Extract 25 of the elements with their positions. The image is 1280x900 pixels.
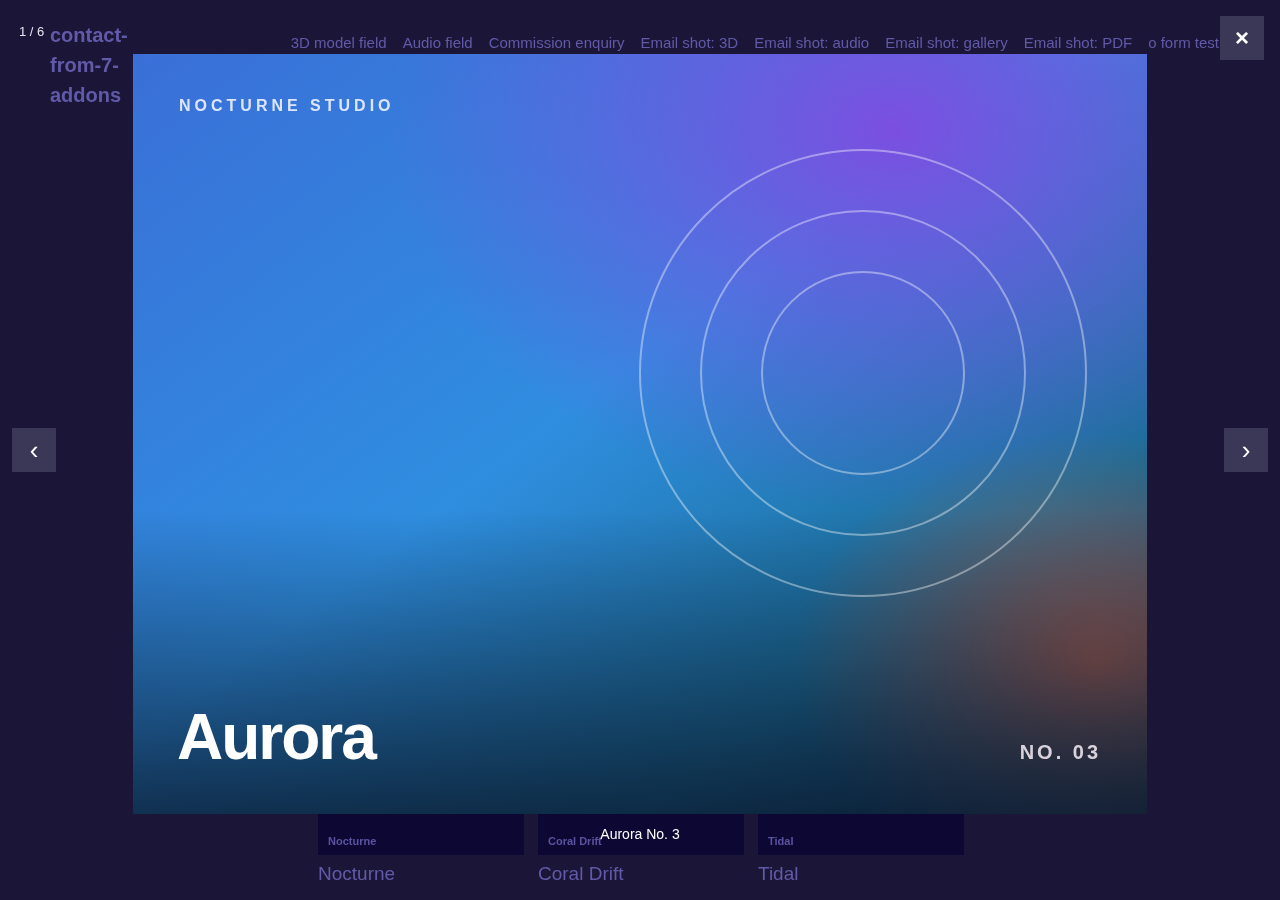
nav-link[interactable]: Audio field xyxy=(402,33,473,53)
thumbnail-title: Nocturne xyxy=(328,835,377,847)
nav-link[interactable]: Email shot: gallery xyxy=(885,33,1008,53)
thumbnail[interactable]: Tidal xyxy=(758,814,964,855)
artwork-title: Aurora xyxy=(177,702,375,773)
nav-link[interactable]: Email shot: 3D xyxy=(640,33,739,53)
close-button[interactable]: × xyxy=(1220,16,1264,60)
previous-button[interactable]: ‹ xyxy=(12,428,56,472)
gallery-item-label[interactable]: Tidal xyxy=(758,863,964,885)
image-counter: 1 / 6 xyxy=(19,24,45,39)
thumbnail[interactable]: Nocturne xyxy=(318,814,524,855)
image-caption: Aurora No. 3 xyxy=(600,826,680,842)
nav-link[interactable]: Email shot: PDF xyxy=(1023,33,1133,53)
nav-link[interactable]: o form test xyxy=(1148,33,1219,53)
nav-link[interactable]: Email shot: audio xyxy=(754,33,870,53)
artwork-number: NO. 03 xyxy=(1019,741,1101,764)
next-button[interactable]: › xyxy=(1224,428,1268,472)
thumbnail-title: Coral Drift xyxy=(548,835,602,847)
thumbnail-title: Tidal xyxy=(768,835,794,847)
brand-label: NOCTURNE STUDIO xyxy=(179,97,395,115)
nav-link[interactable]: 3D model field xyxy=(290,33,387,53)
nav-link[interactable]: Commission enquiry xyxy=(488,33,625,53)
gallery-item-label[interactable]: Coral Drift xyxy=(538,863,744,885)
gallery-item-label[interactable]: Nocturne xyxy=(318,863,524,885)
site-logo[interactable]: contact-from-7-addons xyxy=(50,20,128,110)
